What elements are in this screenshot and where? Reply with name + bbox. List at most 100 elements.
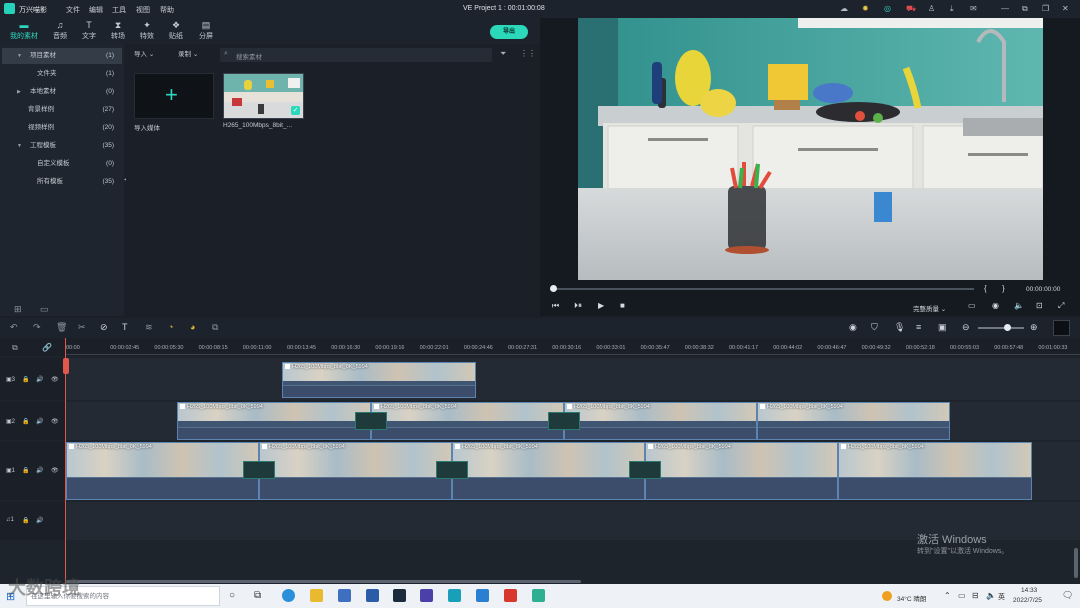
- transition-marker[interactable]: [355, 412, 387, 430]
- step-back-icon[interactable]: ⏮: [552, 301, 559, 311]
- eye-icon[interactable]: 👁: [51, 467, 59, 474]
- volume-icon[interactable]: 🔈: [1014, 301, 1024, 310]
- playhead-line[interactable]: [65, 338, 66, 584]
- search-input[interactable]: ⌕ 搜索素材: [220, 48, 492, 62]
- sidebar-item-video-samples[interactable]: 视频样例 (20): [2, 120, 122, 136]
- quality-dropdown[interactable]: 完整质量 ⌄: [913, 303, 946, 313]
- tab-my-media[interactable]: ▬ 我的素材: [8, 18, 40, 44]
- render-icon[interactable]: ◉: [849, 322, 857, 333]
- tab-transition[interactable]: ⧗ 转场: [104, 18, 132, 44]
- timeline-clip[interactable]: H265_100Mbps_8bit_8K_5994: [177, 402, 371, 440]
- notification-icon[interactable]: 🗨: [1062, 590, 1073, 601]
- new-folder-icon[interactable]: ⊞: [14, 304, 22, 315]
- mark-out-button[interactable]: }: [1002, 284, 1005, 293]
- play-frame-icon[interactable]: ⏵⏸: [574, 301, 582, 311]
- menu-file[interactable]: 文件: [66, 5, 80, 15]
- tab-text[interactable]: T 文字: [75, 18, 103, 44]
- eye-icon[interactable]: 👁: [51, 376, 59, 383]
- weather-icon[interactable]: [882, 591, 892, 601]
- folder-outline-icon[interactable]: ▭: [40, 304, 49, 315]
- sidebar-item-all-templates[interactable]: 所有模板 (35): [2, 174, 122, 190]
- tray-display-icon[interactable]: ▭: [958, 591, 966, 600]
- redo-icon[interactable]: ↷: [33, 322, 41, 333]
- speaker-icon[interactable]: 🔈: [986, 591, 996, 600]
- lock-icon[interactable]: 🔒: [22, 467, 29, 474]
- pip-icon[interactable]: ▣: [938, 322, 947, 333]
- timeline-clip[interactable]: H265_100Mbps_8bit_8K_5994: [838, 442, 1032, 500]
- browser-icon[interactable]: [476, 589, 489, 602]
- minimize-icon[interactable]: —: [1001, 4, 1009, 13]
- sidebar-item-project-media[interactable]: ▼ 项目素材 (1): [2, 48, 122, 64]
- sidebar-item-project-templates[interactable]: ▼ 工程模板 (35): [2, 138, 122, 154]
- menu-tools[interactable]: 工具: [112, 5, 126, 15]
- mark-in-button[interactable]: {: [984, 284, 987, 293]
- lock-icon[interactable]: 🔒: [22, 517, 29, 524]
- timeline-clip[interactable]: H265_100Mbps_8bit_8K_5994: [371, 402, 564, 440]
- close-icon[interactable]: ✕: [1062, 4, 1069, 13]
- undo-icon[interactable]: ↶: [10, 322, 18, 333]
- transition-marker[interactable]: [436, 461, 468, 479]
- transition-marker[interactable]: [548, 412, 580, 430]
- task-view-icon[interactable]: ⧉: [254, 590, 261, 601]
- menu-help[interactable]: 帮助: [160, 5, 174, 15]
- color-icon[interactable]: ◕: [190, 322, 195, 332]
- fullscreen-icon[interactable]: ⤢: [1058, 301, 1064, 311]
- mail-icon[interactable]: ✉: [970, 4, 977, 13]
- tab-splitscreen[interactable]: ▤ 分屏: [192, 18, 220, 44]
- cut-icon[interactable]: ✂: [78, 322, 86, 333]
- adjust-icon[interactable]: ⧉: [212, 322, 218, 333]
- add-track-icon[interactable]: ⧉: [12, 343, 18, 353]
- steam-icon[interactable]: [393, 589, 406, 602]
- network-icon[interactable]: ⊟: [972, 591, 979, 600]
- timeline-clip[interactable]: H265_100Mbps_8bit_8K_5994: [259, 442, 452, 500]
- record-dropdown[interactable]: 录制 ⌄: [178, 48, 198, 62]
- cortana-icon[interactable]: ○: [229, 590, 235, 601]
- edge-icon[interactable]: [282, 589, 295, 602]
- tray-chevron-icon[interactable]: ⌃: [944, 591, 951, 600]
- display-icon[interactable]: ▭: [968, 301, 976, 310]
- mute-icon[interactable]: 🔊: [36, 418, 43, 425]
- store-icon[interactable]: [338, 589, 351, 602]
- panel-toggle[interactable]: [1053, 320, 1070, 336]
- cart-icon[interactable]: ⛟: [906, 4, 916, 14]
- voiceover-icon[interactable]: ≡: [916, 322, 921, 332]
- filter-icon[interactable]: ⏷: [500, 49, 506, 59]
- mute-icon[interactable]: 🔊: [36, 467, 43, 474]
- aspect-icon[interactable]: ⊡: [1036, 301, 1043, 310]
- zoom-in-icon[interactable]: ⊕: [1030, 322, 1038, 333]
- cloud-icon[interactable]: ☁: [840, 4, 848, 13]
- timeline-hscrollbar[interactable]: [66, 580, 581, 583]
- timeline-clip[interactable]: H265_100Mbps_8bit_8K_5994: [564, 402, 757, 440]
- clock-date[interactable]: 2022/7/25: [1013, 597, 1042, 604]
- timeline-clip[interactable]: H265_100Mbps_8bit_8K_5994: [66, 442, 259, 500]
- playhead-handle[interactable]: [63, 358, 69, 374]
- zoom-slider-handle[interactable]: [1004, 324, 1011, 331]
- speed-icon[interactable]: ◔: [168, 322, 173, 332]
- timeline-clip[interactable]: H265_100Mbps_8bit_8K_5994: [282, 362, 476, 398]
- menu-edit[interactable]: 编辑: [89, 5, 103, 15]
- ime-indicator[interactable]: 英: [998, 592, 1005, 602]
- shield-icon[interactable]: ⛉: [871, 322, 878, 333]
- snapshot-icon[interactable]: ◉: [992, 301, 999, 310]
- sidebar-item-bg-samples[interactable]: 背景样例 (27): [2, 102, 122, 118]
- transition-marker[interactable]: [243, 461, 275, 479]
- preview-scrubber[interactable]: [550, 285, 974, 292]
- tab-audio[interactable]: ♫ 音频: [46, 18, 74, 44]
- export-button[interactable]: 导出: [490, 25, 528, 39]
- mute-icon[interactable]: 🔊: [36, 376, 43, 383]
- eye-icon[interactable]: 👁: [51, 418, 59, 425]
- stop-icon[interactable]: ■: [620, 301, 625, 310]
- import-dropdown[interactable]: 导入 ⌄: [134, 48, 154, 62]
- support-icon[interactable]: ◎: [884, 4, 891, 13]
- timeline-vscrollbar[interactable]: [1074, 548, 1078, 578]
- app-icon[interactable]: [420, 589, 433, 602]
- scrubber-handle[interactable]: [550, 285, 557, 292]
- lock-icon[interactable]: 🔒: [22, 418, 29, 425]
- video-track-3[interactable]: [65, 358, 1080, 400]
- download-icon[interactable]: ⤓: [950, 4, 954, 14]
- sidebar-item-custom-templates[interactable]: 自定义模板 (0): [2, 156, 122, 172]
- app2-icon[interactable]: [532, 589, 545, 602]
- mic-icon[interactable]: 🎙: [894, 322, 905, 333]
- wps-icon[interactable]: [504, 589, 517, 602]
- explorer-icon[interactable]: [310, 589, 323, 602]
